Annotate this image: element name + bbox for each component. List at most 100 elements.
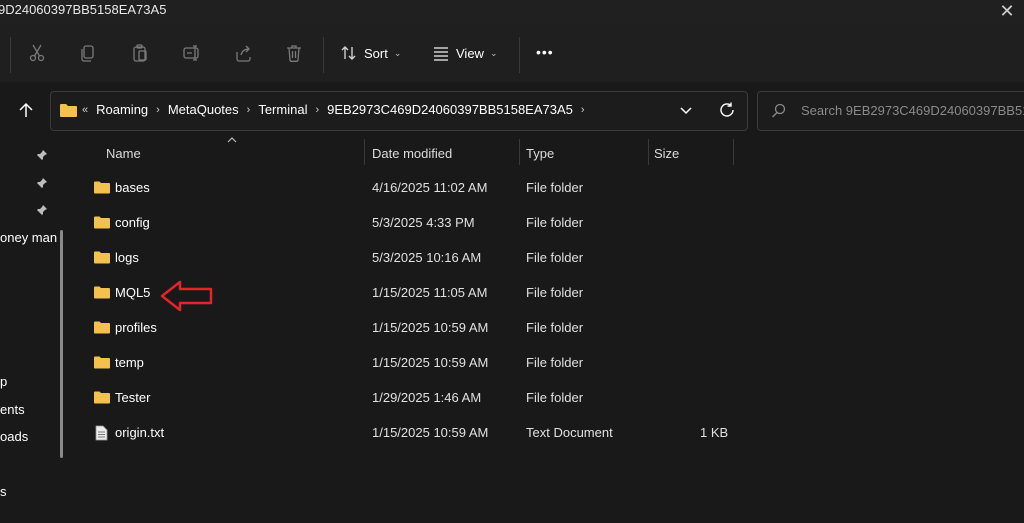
copy-icon[interactable]	[76, 41, 100, 65]
file-type: Text Document	[526, 425, 613, 440]
list-item[interactable]: temp 1/15/2025 10:59 AM File folder	[80, 346, 1024, 381]
file-date: 5/3/2025 10:16 AM	[372, 250, 482, 265]
file-date: 1/15/2025 11:05 AM	[372, 285, 488, 300]
file-type: File folder	[526, 250, 584, 265]
file-name: temp	[115, 355, 144, 370]
window-title: 9D24060397BB5158EA73A5	[0, 2, 167, 17]
breadcrumb-item-roaming[interactable]: Roaming	[96, 102, 148, 117]
file-name: logs	[115, 250, 139, 265]
annotation-arrow-icon	[160, 280, 213, 312]
file-type: File folder	[526, 285, 584, 300]
toolbar-divider	[519, 37, 520, 73]
file-name: origin.txt	[115, 425, 165, 440]
list-item[interactable]: profiles 1/15/2025 10:59 AM File folder	[80, 311, 1024, 346]
column-header-date[interactable]: Date modified	[372, 146, 452, 161]
list-item[interactable]: bases 4/16/2025 11:02 AM File folder	[80, 171, 1024, 206]
view-label: View	[456, 45, 484, 61]
paste-icon[interactable]	[128, 41, 152, 65]
file-type: File folder	[526, 320, 584, 335]
column-header-name[interactable]: Name	[106, 146, 141, 161]
file-type: File folder	[526, 215, 584, 230]
file-name: config	[115, 215, 150, 230]
file-date: 5/3/2025 4:33 PM	[372, 215, 475, 230]
file-name: profiles	[115, 320, 157, 335]
command-bar: Sort ⌄ View ⌄ •••	[0, 24, 1024, 83]
column-header-size[interactable]: Size	[654, 146, 679, 161]
sort-icon	[341, 46, 356, 60]
file-name: bases	[115, 180, 150, 195]
text-file-icon	[95, 425, 108, 441]
nav-item[interactable]: p	[0, 374, 7, 389]
title-bar: 9D24060397BB5158EA73A5 ✕	[0, 0, 1024, 24]
chevron-down-icon[interactable]	[679, 105, 693, 117]
file-type: File folder	[526, 390, 584, 405]
search-icon	[772, 103, 786, 118]
file-date: 4/16/2025 11:02 AM	[372, 180, 488, 195]
file-size: 1 KB	[700, 425, 729, 440]
file-type: File folder	[526, 355, 584, 370]
folder-icon	[94, 286, 110, 299]
folder-icon	[94, 321, 110, 334]
nav-item[interactable]: oads	[0, 429, 28, 444]
breadcrumb-item-metaquotes[interactable]: MetaQuotes	[168, 102, 239, 117]
list-item[interactable]: config 5/3/2025 4:33 PM File folder	[80, 206, 1024, 241]
sort-ascending-icon	[227, 137, 237, 143]
close-button[interactable]: ✕	[990, 0, 1024, 22]
search-box[interactable]: Search 9EB2973C469D24060397BB5158	[757, 91, 1024, 131]
column-divider[interactable]	[648, 139, 649, 165]
file-date: 1/29/2025 1:46 AM	[372, 390, 482, 405]
toolbar-divider	[323, 37, 324, 73]
breadcrumb-item-terminal[interactable]: Terminal	[258, 102, 307, 117]
view-button[interactable]: View ⌄	[432, 44, 498, 62]
list-item[interactable]: Tester 1/29/2025 1:46 AM File folder	[80, 381, 1024, 416]
chevron-right-icon[interactable]: ›	[247, 104, 251, 116]
toolbar-divider	[10, 37, 11, 73]
chevron-down-icon: ⌄	[489, 47, 498, 58]
column-header-type[interactable]: Type	[526, 146, 554, 161]
share-icon[interactable]	[231, 41, 255, 65]
file-name: MQL5	[115, 285, 151, 300]
folder-icon	[94, 251, 110, 264]
delete-icon[interactable]	[282, 41, 306, 65]
breadcrumb: « Roaming › MetaQuotes › Terminal › 9EB2…	[82, 102, 585, 117]
folder-icon	[94, 356, 110, 369]
nav-item[interactable]: oney man	[0, 230, 57, 245]
column-divider[interactable]	[519, 139, 520, 165]
pin-icon	[37, 150, 47, 160]
file-date: 1/15/2025 10:59 AM	[372, 355, 489, 370]
nav-item[interactable]: s	[0, 484, 7, 499]
up-arrow-icon[interactable]	[17, 101, 35, 122]
chevron-right-icon[interactable]: ›	[581, 104, 585, 116]
chevron-right-icon[interactable]: ›	[156, 104, 160, 116]
nav-scrollbar[interactable]	[60, 230, 63, 458]
nav-item[interactable]: ents	[0, 402, 25, 417]
cut-icon[interactable]	[25, 41, 49, 65]
folder-icon	[94, 216, 110, 229]
column-divider[interactable]	[364, 139, 365, 165]
sort-label: Sort	[364, 45, 388, 61]
file-date: 1/15/2025 10:59 AM	[372, 320, 489, 335]
view-icon	[434, 47, 448, 61]
pin-icon	[37, 178, 47, 188]
pin-icon	[37, 205, 47, 215]
chevron-down-icon: ⌄	[393, 47, 402, 58]
search-placeholder: Search 9EB2973C469D24060397BB5158	[801, 103, 1024, 118]
rename-icon[interactable]	[180, 41, 204, 65]
file-name: Tester	[115, 390, 151, 405]
file-type: File folder	[526, 180, 584, 195]
folder-icon	[60, 104, 77, 117]
folder-icon	[94, 391, 110, 404]
list-item[interactable]: MQL5 1/15/2025 11:05 AM File folder	[80, 276, 1024, 311]
more-options-button[interactable]: •••	[536, 44, 554, 60]
folder-icon	[94, 181, 110, 194]
sort-button[interactable]: Sort ⌄	[340, 44, 401, 62]
refresh-icon[interactable]	[718, 101, 736, 119]
list-item[interactable]: logs 5/3/2025 10:16 AM File folder	[80, 241, 1024, 276]
file-date: 1/15/2025 10:59 AM	[372, 425, 489, 440]
chevron-right-icon[interactable]: ›	[315, 104, 319, 116]
breadcrumb-overflow[interactable]: «	[82, 104, 88, 116]
list-item[interactable]: origin.txt 1/15/2025 10:59 AM Text Docum…	[80, 416, 1024, 451]
column-divider[interactable]	[733, 139, 734, 165]
breadcrumb-item-current[interactable]: 9EB2973C469D24060397BB5158EA73A5	[327, 102, 573, 117]
address-bar[interactable]: « Roaming › MetaQuotes › Terminal › 9EB2…	[50, 91, 748, 131]
